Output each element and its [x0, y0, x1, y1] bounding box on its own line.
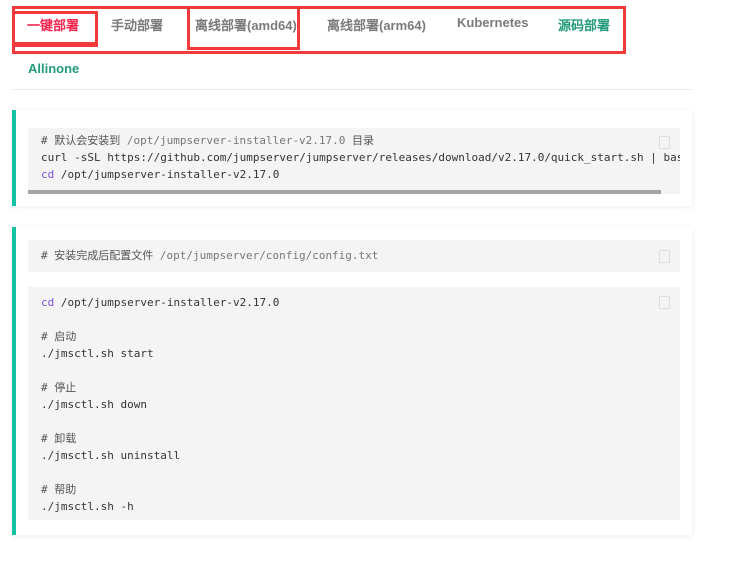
code-line: ./jmsctl.sh uninstall — [41, 449, 181, 462]
code-comment: # 启动 — [41, 330, 77, 343]
code-line: # 安装完成后配置文件 /opt/jumpserver/config/confi… — [41, 247, 680, 264]
code-comment: # 帮助 — [41, 483, 77, 496]
code-comment: # 卸载 — [41, 432, 77, 445]
code-line: cd /opt/jumpserver-installer-v2.17.0 — [41, 168, 280, 181]
divider — [12, 89, 692, 90]
code-block: cd /opt/jumpserver-installer-v2.17.0 # 启… — [28, 287, 680, 520]
code-comment: # 停止 — [41, 381, 77, 394]
code-block: # 安装完成后配置文件 /opt/jumpserver/config/confi… — [28, 240, 680, 272]
code-block: # 默认会安装到 /opt/jumpserver-installer-v2.17… — [28, 128, 680, 194]
code-line: ./jmsctl.sh -h — [41, 500, 134, 513]
code-line: # 默认会安装到 /opt/jumpserver-installer-v2.17… — [41, 134, 375, 147]
tab-source[interactable]: 源码部署 — [558, 15, 610, 34]
active-tab-indicator — [14, 42, 96, 44]
tab-kubernetes[interactable]: Kubernetes — [457, 15, 529, 30]
tab-one-click[interactable]: 一键部署 — [27, 15, 79, 34]
tab-offline-arm64[interactable]: 离线部署(arm64) — [327, 15, 426, 34]
code-line: cd /opt/jumpserver-installer-v2.17.0 — [41, 296, 280, 309]
config-path: /opt/jumpserver/config/config.txt — [159, 249, 379, 262]
horizontal-scrollbar[interactable] — [28, 190, 661, 194]
code-line: ./jmsctl.sh start — [41, 347, 154, 360]
copy-icon[interactable] — [659, 250, 670, 263]
code-line: curl -sSL https://github.com/jumpserver/… — [41, 151, 680, 164]
manage-card: # 安装完成后配置文件 /opt/jumpserver/config/confi… — [12, 227, 692, 535]
copy-icon[interactable] — [659, 296, 670, 309]
tab-allinone[interactable]: Allinone — [28, 61, 79, 76]
copy-icon[interactable] — [659, 136, 670, 149]
tab-manual[interactable]: 手动部署 — [111, 15, 163, 34]
comment: # 安装完成后配置文件 — [41, 249, 160, 262]
deploy-tabs — [12, 6, 626, 54]
code-line: ./jmsctl.sh down — [41, 398, 147, 411]
tab-offline-amd64[interactable]: 离线部署(amd64) — [195, 15, 297, 34]
install-card: # 默认会安装到 /opt/jumpserver-installer-v2.17… — [12, 110, 692, 206]
